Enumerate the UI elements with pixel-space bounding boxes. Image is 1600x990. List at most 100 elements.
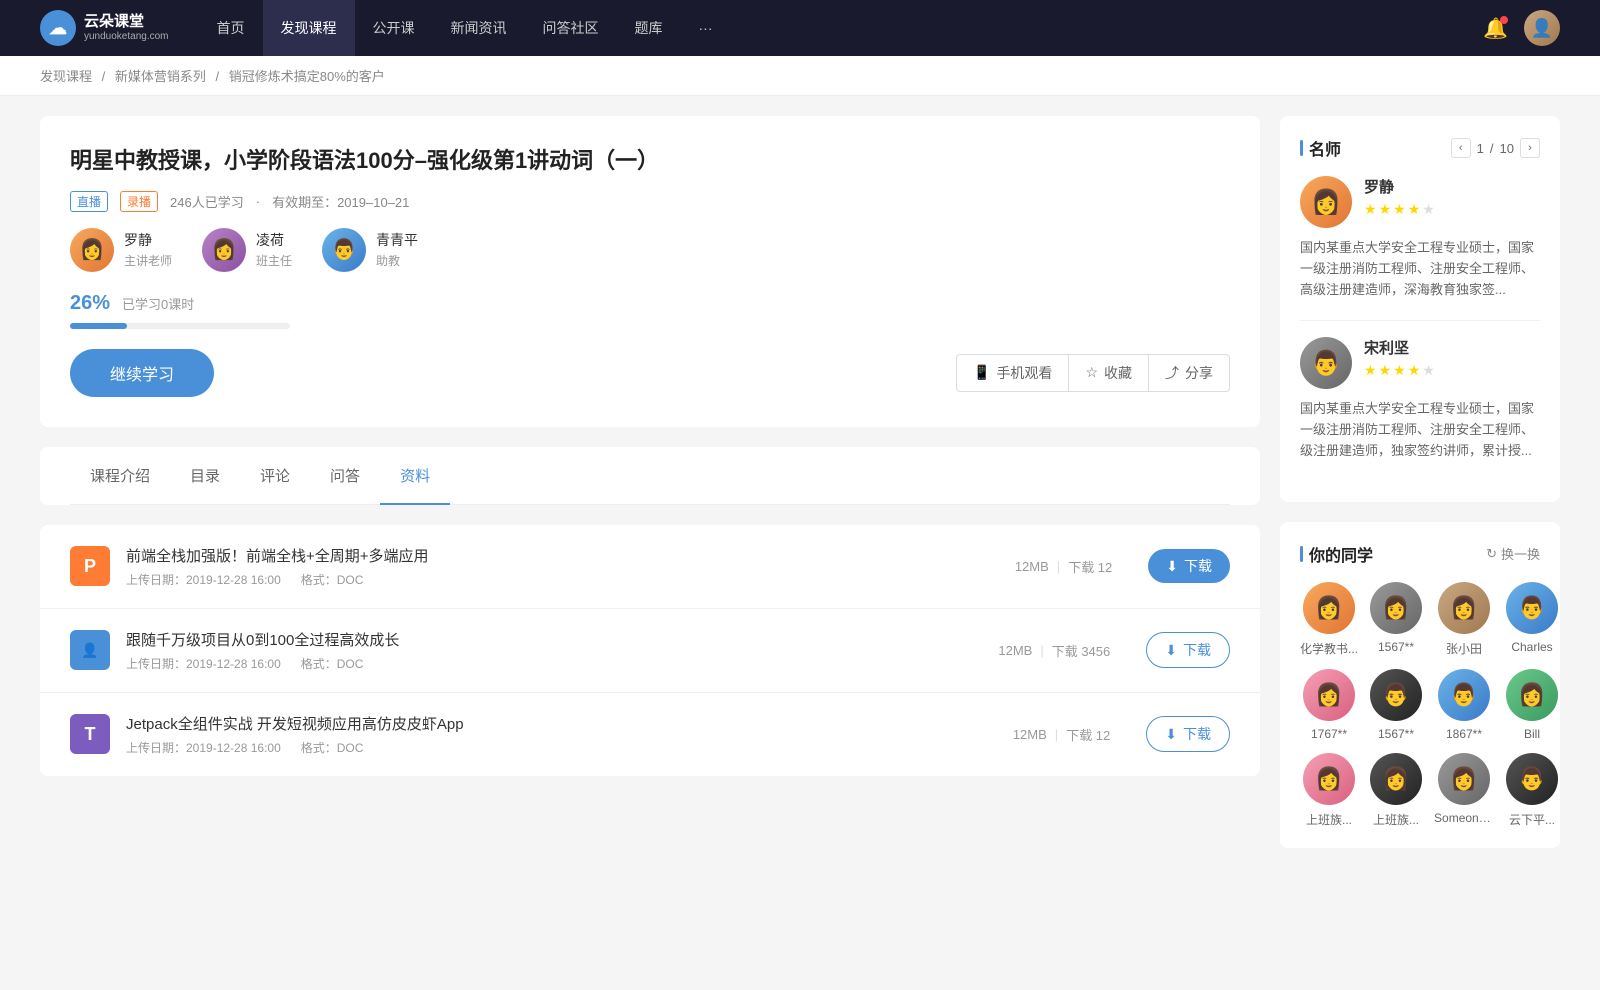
- continue-button[interactable]: 继续学习: [70, 349, 214, 397]
- classmate-3: 👨 Charles: [1506, 582, 1558, 657]
- classmate-name-8: 上班族...: [1306, 811, 1352, 828]
- classmates-grid: 👩 化学教书... 👩 1567** 👩 张小田 👨 Charles 👩: [1300, 582, 1540, 828]
- resource-item-2: T Jetpack全组件实战 开发短视频应用高仿皮皮虾App 上传日期：2019…: [40, 693, 1260, 776]
- favorite-button[interactable]: ☆ 收藏: [1069, 354, 1149, 392]
- classmate-name-11: 云下平...: [1509, 811, 1555, 828]
- share-button[interactable]: ⤴ 分享: [1149, 354, 1230, 392]
- sidebar-teacher-top-1: 👨 宋利坚 ★ ★ ★ ★ ★: [1300, 337, 1540, 389]
- classmate-avatar-2: 👩: [1438, 582, 1490, 634]
- navigation: ☁ 云朵课堂 yunduoketang.com 首页 发现课程 公开课 新闻资讯…: [0, 0, 1600, 56]
- teacher-info-2: 青青平 助教: [376, 230, 418, 269]
- t1-star3: ★: [1393, 362, 1406, 379]
- breadcrumb-sep1: /: [102, 69, 109, 84]
- tab-resources[interactable]: 资料: [380, 447, 450, 504]
- mobile-view-button[interactable]: 📱 手机观看: [956, 354, 1069, 392]
- nav-menu: 首页 发现课程 公开课 新闻资讯 问答社区 题库 ···: [199, 0, 1484, 56]
- progress-section: 26% 已学习0课时: [70, 292, 1230, 329]
- progress-bar-fill: [70, 323, 127, 329]
- sidebar-teacher-avatar-1: 👨: [1300, 337, 1352, 389]
- nav-item-discover[interactable]: 发现课程: [263, 0, 355, 56]
- classmate-avatar-4: 👩: [1303, 669, 1355, 721]
- sidebar-teacher-name-1: 宋利坚: [1364, 337, 1435, 358]
- tab-intro[interactable]: 课程介绍: [70, 447, 170, 504]
- teachers-card-title: 名师: [1300, 136, 1341, 160]
- classmate-avatar-9: 👩: [1370, 753, 1422, 805]
- classmates-card: 你的同学 ↻ 换一换 👩 化学教书... 👩 1567** 👩 张小田: [1280, 522, 1560, 848]
- learners-count: 246人已学习: [170, 192, 244, 211]
- resource-stats-1: 12MB | 下载 3456: [998, 641, 1110, 660]
- classmate-name-5: 1567**: [1378, 727, 1414, 741]
- sidebar-teacher-stars-1: ★ ★ ★ ★ ★: [1364, 362, 1435, 379]
- user-avatar[interactable]: 👤: [1524, 10, 1560, 46]
- resource-size-1: 12MB: [998, 643, 1032, 658]
- tabs-card: 课程介绍 目录 评论 问答 资料: [40, 447, 1260, 505]
- resource-item-0: P 前端全栈加强版！前端全栈+全周期+多端应用 上传日期：2019-12-28 …: [40, 525, 1260, 609]
- action-buttons: 📱 手机观看 ☆ 收藏 ⤴ 分享: [956, 354, 1230, 392]
- resource-info-1: 跟随千万级项目从0到100全过程高效成长 上传日期：2019-12-28 16:…: [126, 629, 982, 672]
- breadcrumb-sep2: /: [216, 69, 223, 84]
- sidebar-teacher-info-0: 罗静 ★ ★ ★ ★ ★: [1364, 176, 1435, 218]
- tab-qa[interactable]: 问答: [310, 447, 380, 504]
- resource-format-1: 格式：DOC: [301, 657, 364, 671]
- sidebar-teacher-desc-0: 国内某重点大学安全工程专业硕士，国家一级注册消防工程师、注册安全工程师、高级注册…: [1300, 238, 1540, 300]
- download-button-1[interactable]: ⬇ 下载: [1146, 632, 1230, 668]
- teacher-name-2: 青青平: [376, 230, 418, 250]
- resource-info-2: Jetpack全组件实战 开发短视频应用高仿皮皮虾App 上传日期：2019-1…: [126, 713, 997, 756]
- classmate-7: 👩 Bill: [1506, 669, 1558, 741]
- download-button-2[interactable]: ⬇ 下载: [1146, 716, 1230, 752]
- course-header-card: 明星中教授课，小学阶段语法100分–强化级第1讲动词（一） 直播 录播 246人…: [40, 116, 1260, 427]
- classmate-5: 👨 1567**: [1370, 669, 1422, 741]
- tab-catalog[interactable]: 目录: [170, 447, 240, 504]
- tab-review[interactable]: 评论: [240, 447, 310, 504]
- resource-list: P 前端全栈加强版！前端全栈+全周期+多端应用 上传日期：2019-12-28 …: [40, 525, 1260, 776]
- resource-size-0: 12MB: [1015, 559, 1049, 574]
- classmate-8: 👩 上班族...: [1300, 753, 1358, 828]
- progress-header: 26% 已学习0课时: [70, 292, 1230, 315]
- nav-item-qa[interactable]: 问答社区: [525, 0, 617, 56]
- nav-item-more[interactable]: ···: [681, 0, 731, 56]
- main-content: 明星中教授课，小学阶段语法100分–强化级第1讲动词（一） 直播 录播 246人…: [40, 116, 1260, 868]
- nav-item-exam[interactable]: 题库: [617, 0, 681, 56]
- sidebar-teacher-info-1: 宋利坚 ★ ★ ★ ★ ★: [1364, 337, 1435, 379]
- teachers-prev-button[interactable]: ‹: [1451, 138, 1471, 158]
- breadcrumb-series[interactable]: 新媒体营销系列: [115, 69, 206, 84]
- teacher-avatar-0: 👩: [70, 228, 114, 272]
- resource-info-0: 前端全栈加强版！前端全栈+全周期+多端应用 上传日期：2019-12-28 16…: [126, 545, 999, 588]
- nav-item-home[interactable]: 首页: [199, 0, 263, 56]
- refresh-classmates-button[interactable]: ↻ 换一换: [1486, 544, 1540, 563]
- sidebar-teacher-stars-0: ★ ★ ★ ★ ★: [1364, 201, 1435, 218]
- progress-bar-bg: [70, 323, 290, 329]
- classmate-avatar-0: 👩: [1303, 582, 1355, 634]
- teacher-item-0: 👩 罗静 主讲老师: [70, 228, 172, 272]
- star5: ★: [1422, 201, 1435, 218]
- nav-right: 🔔 👤: [1483, 10, 1560, 46]
- logo-icon: ☁: [40, 10, 76, 46]
- resource-divider-2: |: [1055, 727, 1058, 742]
- nav-item-news[interactable]: 新闻资讯: [433, 0, 525, 56]
- download-button-0[interactable]: ⬇ 下载: [1148, 549, 1230, 583]
- star4: ★: [1408, 201, 1421, 218]
- teacher-avatar-2: 👨: [322, 228, 366, 272]
- nav-item-open[interactable]: 公开课: [355, 0, 433, 56]
- classmate-9: 👩 上班族...: [1370, 753, 1422, 828]
- resource-meta-0: 上传日期：2019-12-28 16:00 格式：DOC: [126, 571, 999, 588]
- teachers-next-button[interactable]: ›: [1520, 138, 1540, 158]
- teachers-page-current: 1: [1477, 141, 1484, 156]
- classmate-name-3: Charles: [1511, 640, 1552, 654]
- logo[interactable]: ☁ 云朵课堂 yunduoketang.com: [40, 10, 169, 46]
- star1: ★: [1364, 201, 1377, 218]
- notification-bell[interactable]: 🔔: [1483, 16, 1508, 41]
- dot-sep: ·: [256, 194, 260, 209]
- tabs: 课程介绍 目录 评论 问答 资料: [70, 447, 1230, 505]
- classmate-avatar-8: 👩: [1303, 753, 1355, 805]
- mobile-icon: 📱: [973, 364, 990, 381]
- resource-title-2: Jetpack全组件实战 开发短视频应用高仿皮皮虾App: [126, 713, 997, 734]
- teacher-role-0: 主讲老师: [124, 252, 172, 269]
- classmates-title: 你的同学: [1300, 542, 1373, 566]
- classmates-header: 你的同学 ↻ 换一换: [1300, 542, 1540, 566]
- resource-meta-1: 上传日期：2019-12-28 16:00 格式：DOC: [126, 655, 982, 672]
- resource-stats-2: 12MB | 下载 12: [1013, 725, 1110, 744]
- breadcrumb-discover[interactable]: 发现课程: [40, 69, 92, 84]
- breadcrumb-current[interactable]: 销冠修炼术搞定80%的客户: [229, 69, 385, 84]
- sidebar-teacher-desc-1: 国内某重点大学安全工程专业硕士，国家一级注册消防工程师、注册安全工程师、级注册建…: [1300, 399, 1540, 461]
